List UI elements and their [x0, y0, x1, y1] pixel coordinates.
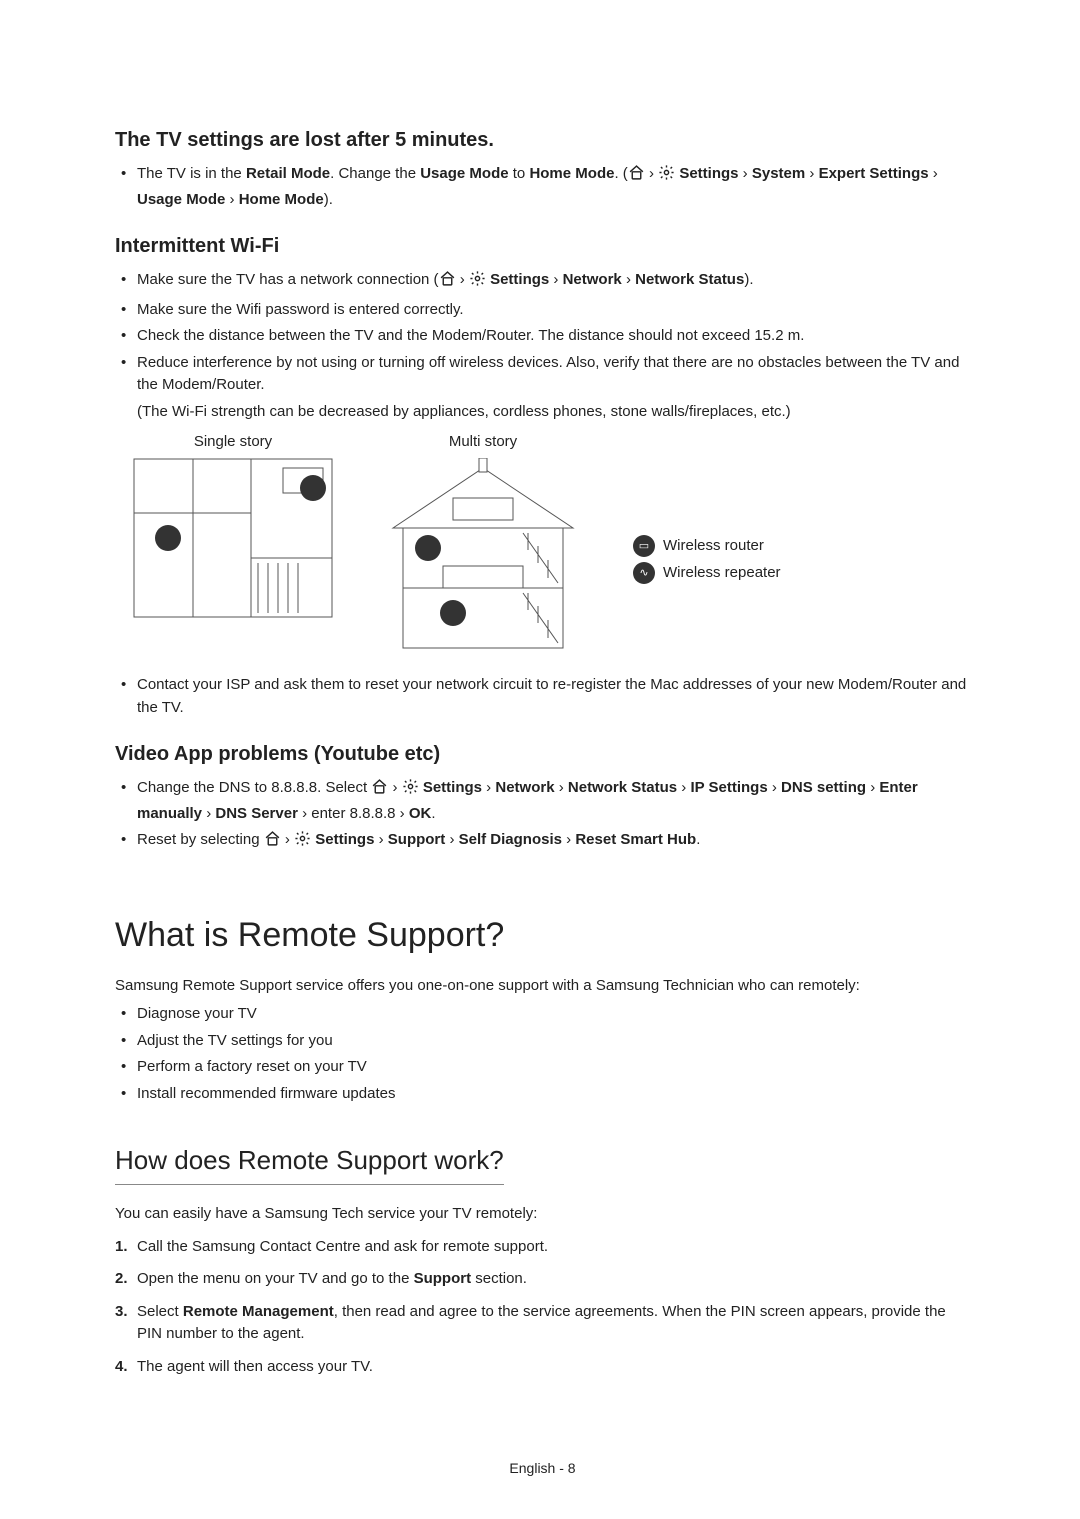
- tv-settings-lost-heading: The TV settings are lost after 5 minutes…: [115, 125, 970, 155]
- tv-settings-item: The TV is in the Retail Mode. Change the…: [115, 163, 970, 211]
- multi-story-label: Multi story: [383, 431, 583, 454]
- video-item-2: Reset by selecting › Settings › Support …: [115, 829, 970, 855]
- repeater-icon: ∿: [633, 562, 655, 584]
- step-1: Call the Samsung Contact Centre and ask …: [115, 1236, 970, 1259]
- rs-bullet-2: Adjust the TV settings for you: [115, 1030, 970, 1053]
- how-remote-support-intro: You can easily have a Samsung Tech servi…: [115, 1203, 970, 1226]
- router-icon: ▭: [633, 535, 655, 557]
- single-story-house-icon: [133, 458, 333, 626]
- rs-bullet-1: Diagnose your TV: [115, 1003, 970, 1026]
- settings-icon: [658, 164, 675, 189]
- step-2: Open the menu on your TV and go to the S…: [115, 1268, 970, 1291]
- video-item-1: Change the DNS to 8.8.8.8. Select › Sett…: [115, 777, 970, 825]
- video-app-heading: Video App problems (Youtube etc): [115, 739, 970, 769]
- how-remote-support-heading: How does Remote Support work?: [115, 1141, 504, 1185]
- home-icon: [371, 778, 388, 803]
- multi-story-house-icon: [383, 458, 583, 661]
- wifi-item-4: Reduce interference by not using or turn…: [115, 352, 970, 424]
- wifi-item-3: Check the distance between the TV and th…: [115, 325, 970, 348]
- page-footer: English - 8: [115, 1458, 970, 1479]
- rs-bullet-3: Perform a factory reset on your TV: [115, 1056, 970, 1079]
- wifi-item-1: Make sure the TV has a network connectio…: [115, 269, 970, 295]
- rs-bullet-4: Install recommended firmware updates: [115, 1083, 970, 1106]
- diagram-legend: ▭Wireless router ∿Wireless repeater: [633, 531, 781, 588]
- home-icon: [439, 270, 456, 295]
- wifi-diagram: Single story Multi story: [133, 431, 970, 660]
- single-story-label: Single story: [133, 431, 333, 454]
- wifi-item-2: Make sure the Wifi password is entered c…: [115, 299, 970, 322]
- settings-icon: [294, 830, 311, 855]
- step-3: Select Remote Management, then read and …: [115, 1301, 970, 1346]
- intermittent-wifi-heading: Intermittent Wi-Fi: [115, 231, 970, 261]
- remote-support-heading: What is Remote Support?: [115, 910, 970, 961]
- remote-support-intro: Samsung Remote Support service offers yo…: [115, 975, 970, 998]
- settings-icon: [469, 270, 486, 295]
- home-icon: [628, 164, 645, 189]
- settings-icon: [402, 778, 419, 803]
- wifi-item-5: Contact your ISP and ask them to reset y…: [115, 674, 970, 719]
- home-icon: [264, 830, 281, 855]
- step-4: The agent will then access your TV.: [115, 1356, 970, 1379]
